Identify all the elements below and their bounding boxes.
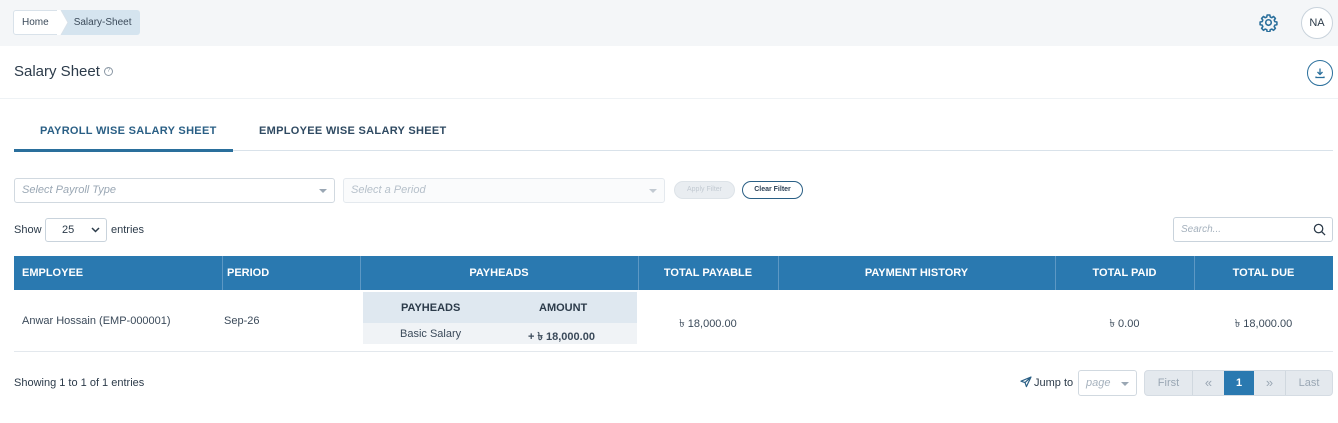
jump-page-placeholder: page <box>1086 377 1111 389</box>
jump-page-select[interactable]: page <box>1078 370 1137 396</box>
entries-value: 25 <box>62 224 75 236</box>
total-due-cell: ৳ 18,000.00 <box>1234 318 1293 330</box>
table-row: Anwar Hossain (EMP-000001) Sep-26 PAYHEA… <box>14 290 1333 352</box>
breadcrumb-current: Salary-Sheet <box>56 10 140 35</box>
column-header-payment-history[interactable]: PAYMENT HISTORY <box>778 256 1055 290</box>
entries-per-page-select[interactable]: 25 <box>45 218 107 242</box>
active-tab-indicator <box>14 149 233 152</box>
showing-entries-info: Showing 1 to 1 of 1 entries <box>14 377 145 389</box>
chevron-down-icon <box>319 189 327 193</box>
jump-to-label: Jump to <box>1034 377 1074 389</box>
payroll-type-placeholder: Select Payroll Type <box>22 184 116 196</box>
gear-icon[interactable] <box>1259 13 1278 32</box>
breadcrumb: Home Salary-Sheet <box>13 10 140 35</box>
search-icon[interactable] <box>1313 223 1326 236</box>
period-placeholder: Select a Period <box>351 184 426 196</box>
column-header-total-paid[interactable]: TOTAL PAID <box>1055 256 1194 290</box>
period-select[interactable]: Select a Period <box>343 178 665 203</box>
payhead-amount: + ৳ 18,000.00 <box>528 331 595 343</box>
payhead-name: Basic Salary <box>400 328 462 340</box>
tab-payroll-wise[interactable]: PAYROLL WISE SALARY SHEET <box>40 125 217 137</box>
tab-employee-wise[interactable]: EMPLOYEE WISE SALARY SHEET <box>259 125 447 137</box>
pagination-last-button[interactable]: Last <box>1286 371 1332 395</box>
download-button[interactable] <box>1307 60 1333 86</box>
top-bar: Home Salary-Sheet NA <box>0 0 1338 46</box>
column-header-period[interactable]: PERIOD <box>227 256 269 290</box>
payheads-subtable: PAYHEADS AMOUNT Basic Salary + ৳ 18,000.… <box>363 292 637 344</box>
total-payable-cell: ৳ 18,000.00 <box>679 318 737 330</box>
clear-filter-button[interactable]: Clear Filter <box>742 181 803 199</box>
avatar[interactable]: NA <box>1301 7 1333 39</box>
download-icon <box>1315 68 1325 79</box>
search-input[interactable]: Search... <box>1173 217 1333 242</box>
chevron-down-icon <box>91 227 100 233</box>
breadcrumb-separator-icon <box>56 10 69 35</box>
period-cell: Sep-26 <box>224 315 260 327</box>
show-label: Show <box>14 224 42 236</box>
page-title: Salary Sheet <box>14 63 100 80</box>
send-icon <box>1020 376 1032 388</box>
breadcrumb-home-link[interactable]: Home <box>13 10 58 35</box>
employee-cell: Anwar Hossain (EMP-000001) <box>22 315 171 327</box>
total-paid-cell: ৳ 0.00 <box>1109 318 1140 330</box>
pagination-first-button[interactable]: First <box>1145 371 1192 395</box>
search-placeholder: Search... <box>1181 224 1222 235</box>
help-icon[interactable]: ? <box>104 67 113 76</box>
pagination-next-button[interactable]: » <box>1254 371 1285 395</box>
chevron-down-icon <box>649 189 657 193</box>
payheads-subheader-amount: AMOUNT <box>539 302 588 314</box>
column-header-employee[interactable]: EMPLOYEE <box>22 256 83 290</box>
title-divider <box>0 98 1338 99</box>
pagination-prev-button[interactable]: « <box>1193 371 1224 395</box>
payroll-type-select[interactable]: Select Payroll Type <box>14 178 335 203</box>
column-header-payheads[interactable]: PAYHEADS <box>360 256 638 290</box>
apply-filter-button[interactable]: Apply Filter <box>674 181 735 199</box>
column-header-total-due[interactable]: TOTAL DUE <box>1194 256 1333 290</box>
chevron-down-icon <box>1121 382 1129 386</box>
column-divider <box>222 256 223 290</box>
pagination: First « 1 » Last <box>1144 370 1333 396</box>
column-header-total-payable[interactable]: TOTAL PAYABLE <box>638 256 778 290</box>
breadcrumb-current-label: Salary-Sheet <box>57 10 140 35</box>
table-header: EMPLOYEE PERIOD PAYHEADS TOTAL PAYABLE P… <box>14 256 1333 290</box>
pagination-page-1-button[interactable]: 1 <box>1224 371 1254 395</box>
entries-label: entries <box>111 224 145 236</box>
payheads-subheader-name: PAYHEADS <box>401 302 461 314</box>
